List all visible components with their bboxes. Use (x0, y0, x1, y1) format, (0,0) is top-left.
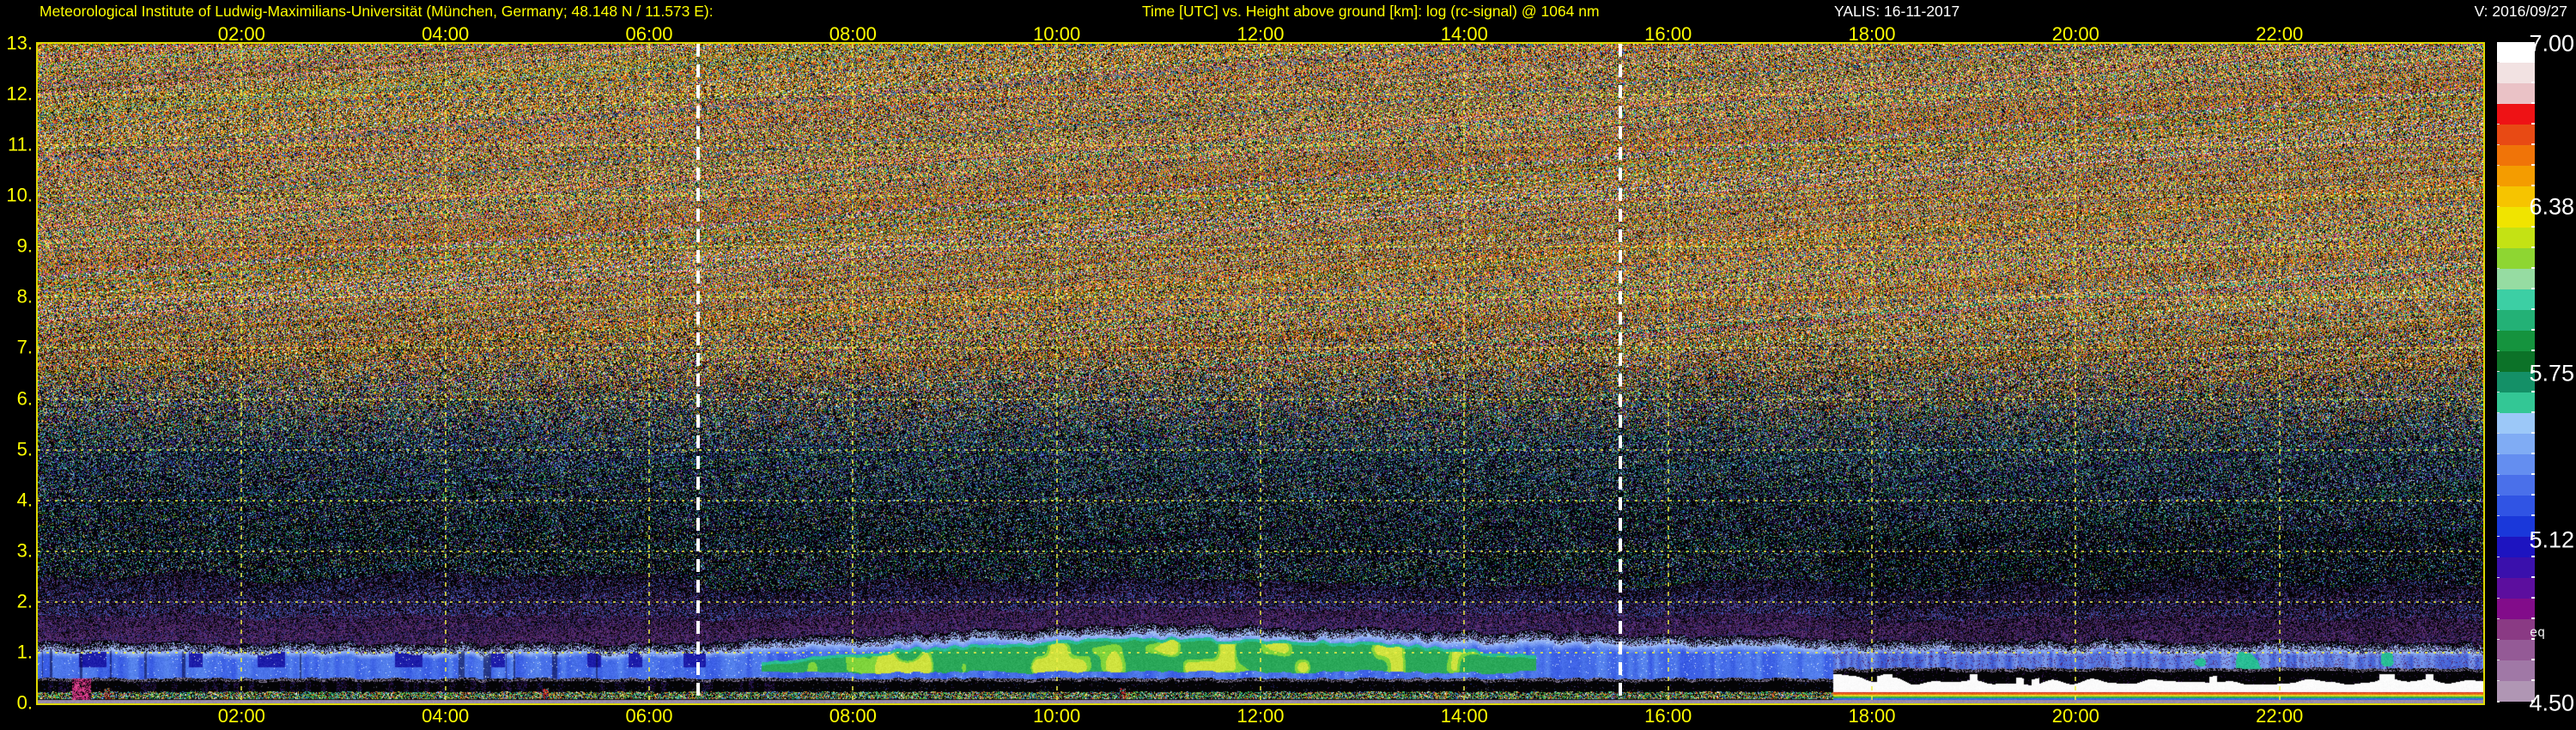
colorbar-segment (2497, 104, 2535, 125)
time-height-plot (36, 42, 2485, 705)
colorbar-tick (2497, 701, 2500, 703)
x-tick-label-bottom: 22:00 (2256, 705, 2304, 727)
colorbar-segment (2497, 660, 2535, 682)
y-tick-label: 4. (16, 489, 33, 511)
colorbar-segment (2497, 228, 2535, 249)
colorbar-segment (2497, 125, 2535, 146)
x-tick-label-top: 20:00 (2051, 23, 2099, 45)
x-tick-label-top: 04:00 (422, 23, 470, 45)
x-tick-label-bottom: 10:00 (1033, 705, 1081, 727)
colorbar-segment (2497, 434, 2535, 455)
x-tick-label-bottom: 12:00 (1236, 705, 1285, 727)
y-tick-label: 1. (16, 641, 33, 663)
x-tick-label-top: 08:00 (829, 23, 877, 45)
colorbar-tick-label: 5.75 (2529, 360, 2574, 386)
colorbar-segment (2497, 475, 2535, 496)
x-tick-label-bottom: 18:00 (1848, 705, 1896, 727)
y-tick-label: 9. (16, 234, 33, 257)
y-tick-label: 10. (6, 184, 33, 206)
x-tick-label-top: 12:00 (1236, 23, 1285, 45)
x-tick-label-top: 22:00 (2256, 23, 2304, 45)
y-tick-label: 0. (16, 691, 33, 714)
colorbar-segment (2497, 289, 2535, 311)
x-tick-label-top: 06:00 (625, 23, 673, 45)
x-tick-label-top: 02:00 (217, 23, 265, 45)
y-tick-label: 8. (16, 285, 33, 307)
plot-title: Time [UTC] vs. Height above ground [km]:… (1142, 3, 1600, 20)
quicklook-root: Meteorological Institute of Ludwig-Maxim… (0, 0, 2576, 730)
colorbar-segment (2497, 166, 2535, 187)
signal-heatmap-canvas (38, 44, 2483, 703)
x-tick-label-bottom: 14:00 (1440, 705, 1488, 727)
colorbar-segment (2497, 496, 2535, 517)
colorbar-segment (2497, 83, 2535, 105)
colorbar-segment (2497, 145, 2535, 167)
colorbar-segment (2497, 578, 2535, 599)
colorbar-segment (2497, 63, 2535, 84)
station-date: YALIS: 16-11-2017 (1834, 3, 1960, 20)
x-tick-label-top: 14:00 (1440, 23, 1488, 45)
y-tick-label: 5. (16, 438, 33, 460)
colorbar-segment (2497, 310, 2535, 332)
colorbar-tick-label: 5.12 (2529, 526, 2574, 553)
y-tick-label: 6. (16, 387, 33, 410)
x-tick-label-top: 10:00 (1033, 23, 1081, 45)
colorbar-tick-label: 6.38 (2529, 193, 2574, 220)
x-tick-label-top: 16:00 (1644, 23, 1692, 45)
colorbar-segment (2497, 331, 2535, 352)
x-tick-label-bottom: 20:00 (2051, 705, 2099, 727)
version-label: V: 2016/09/27 (2474, 3, 2567, 20)
y-tick-label: 3. (16, 539, 33, 562)
colorbar-segment (2497, 413, 2535, 435)
y-tick-label: 7. (16, 336, 33, 358)
x-tick-label-top: 18:00 (1848, 23, 1896, 45)
x-tick-label-bottom: 06:00 (625, 705, 673, 727)
colorbar-segment (2497, 557, 2535, 579)
x-tick-label-bottom: 02:00 (217, 705, 265, 727)
x-tick-label-bottom: 04:00 (422, 705, 470, 727)
colorbar-segment (2497, 640, 2535, 661)
colorbar-eq-label: eq (2530, 624, 2546, 640)
institute-title: Meteorological Institute of Ludwig-Maxim… (39, 3, 714, 20)
colorbar-tick-label: 7.00 (2529, 30, 2574, 57)
x-tick-label-bottom: 16:00 (1644, 705, 1692, 727)
y-tick-label: 12. (6, 82, 33, 105)
y-tick-label: 2. (16, 590, 33, 612)
x-tick-label-bottom: 08:00 (829, 705, 877, 727)
colorbar-segment (2497, 454, 2535, 476)
y-tick-label: 11. (8, 133, 33, 155)
colorbar-segment (2497, 599, 2535, 620)
colorbar-segment (2497, 248, 2535, 270)
y-tick-label: 13. (6, 32, 33, 54)
colorbar-tick-label: 4.50 (2529, 690, 2574, 716)
colorbar-segment (2497, 392, 2535, 414)
colorbar-segment (2497, 269, 2535, 290)
